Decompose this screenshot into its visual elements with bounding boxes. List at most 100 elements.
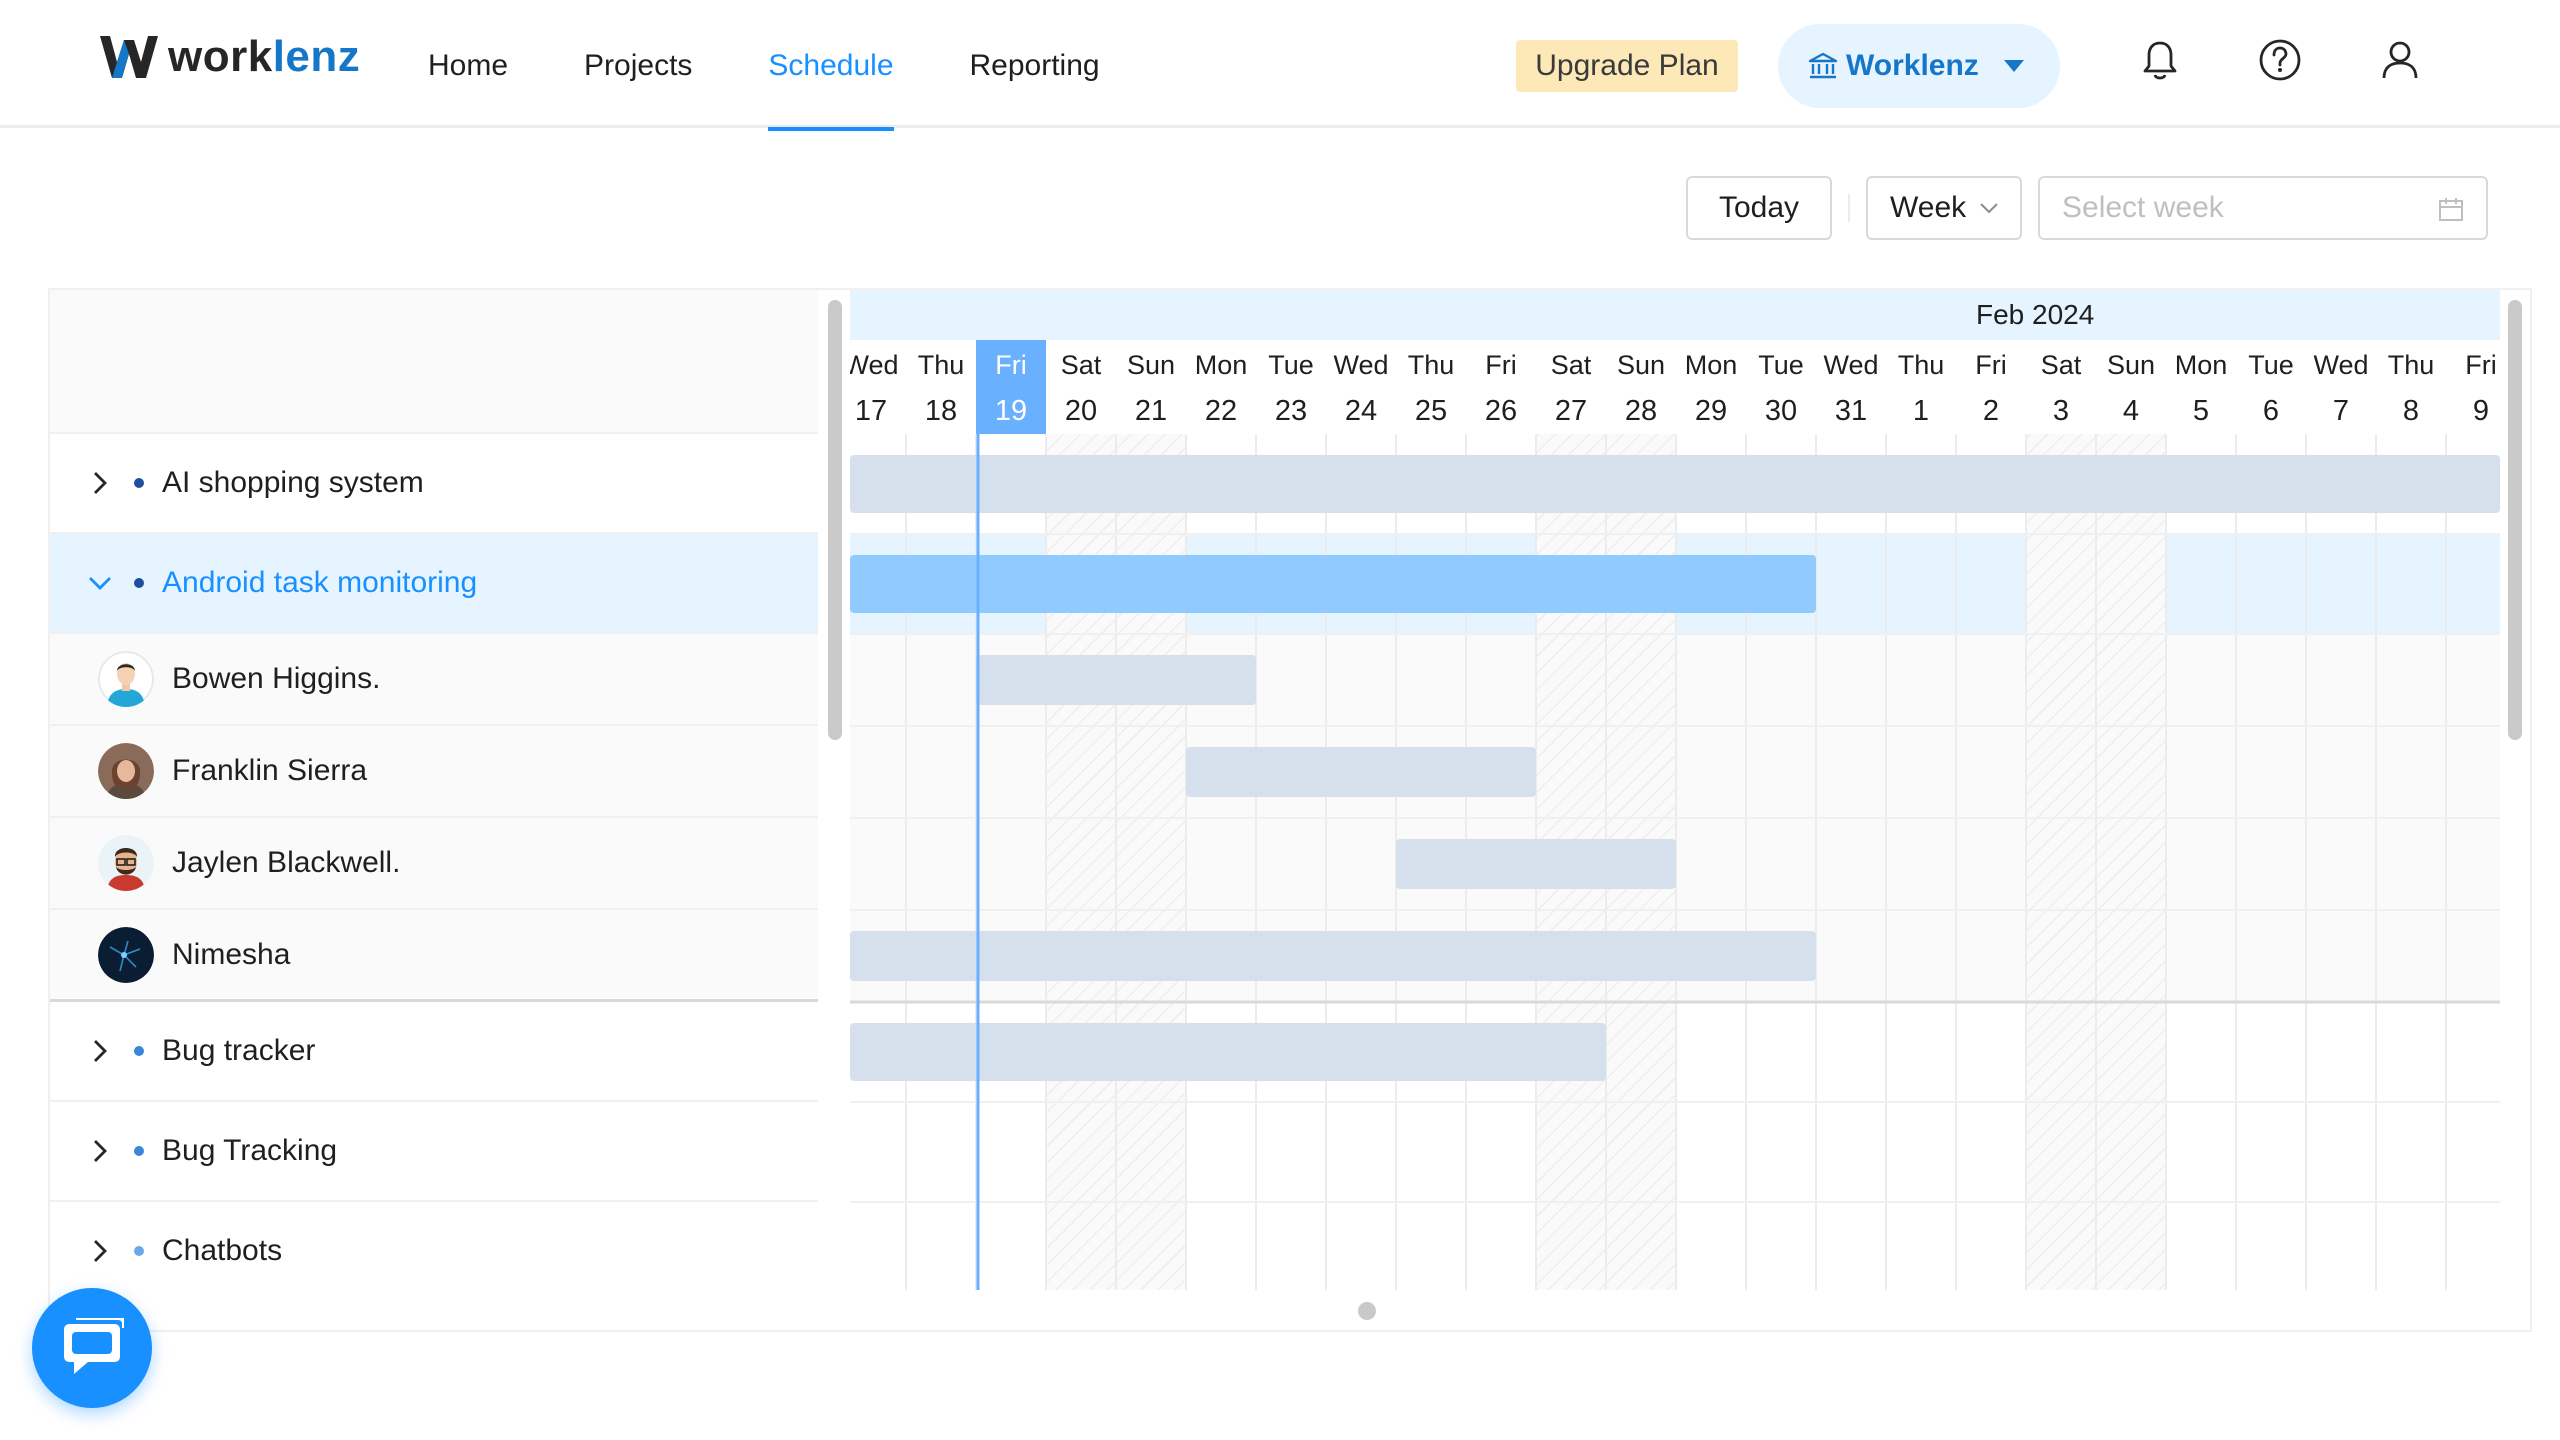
timeline-panel: Feb 2024 Wed 17 Thu 18 Fri 19 Sat 20 Sun 21 Mon 22 T…: [850, 290, 2500, 1290]
project-row[interactable]: AI shopping system: [50, 434, 818, 534]
project-color-dot: [134, 478, 144, 488]
member-schedule-bar[interactable]: [976, 655, 1256, 705]
team-switcher-button[interactable]: Worklenz: [1778, 24, 2060, 108]
week-picker-input[interactable]: Select week: [2038, 176, 2488, 240]
help-icon[interactable]: [2258, 38, 2302, 82]
day-of-week-label: Wed: [1823, 350, 1878, 380]
project-name[interactable]: Chatbots: [162, 1234, 282, 1268]
avatar: [98, 835, 154, 891]
project-row[interactable]: Chatbots: [50, 1202, 818, 1290]
day-of-week-label: Fri: [2465, 350, 2496, 380]
list-scrollbar[interactable]: [828, 300, 842, 740]
weekend-column: [2026, 434, 2096, 1290]
chevron-down-icon[interactable]: [86, 569, 114, 597]
day-of-week-label: Tue: [2248, 350, 2294, 380]
member-schedule-bar[interactable]: [850, 931, 1816, 981]
view-mode-select[interactable]: Week: [1866, 176, 2022, 240]
member-row[interactable]: Bowen Higgins.: [50, 634, 818, 726]
team-name: Worklenz: [1846, 49, 1979, 82]
day-number-label: 2: [1983, 395, 1999, 427]
project-schedule-bar[interactable]: [850, 1023, 1606, 1081]
caret-down-icon: [2003, 60, 2024, 72]
day-number-label: 31: [1835, 395, 1867, 427]
day-number-label: 5: [2193, 395, 2209, 427]
day-number-label: 20: [1065, 395, 1097, 427]
day-number-label: 3: [2053, 395, 2069, 427]
chevron-right-icon[interactable]: [86, 1137, 114, 1165]
chevron-right-icon[interactable]: [86, 469, 114, 497]
day-of-week-label: Sat: [1551, 350, 1592, 380]
project-color-dot: [134, 1146, 144, 1156]
day-of-week-label: Fri: [1975, 350, 2006, 380]
member-schedule-bar[interactable]: [1186, 747, 1536, 797]
day-of-week-label: Wed: [2313, 350, 2368, 380]
app-logo[interactable]: worklenz: [98, 32, 360, 82]
chat-icon: [64, 1318, 124, 1374]
member-schedule-bar[interactable]: [1396, 839, 1676, 889]
project-row[interactable]: Android task monitoring: [50, 534, 818, 634]
day-of-week-label: Sat: [2041, 350, 2082, 380]
project-row[interactable]: Bug tracker: [50, 1002, 818, 1102]
schedule-container: AI shopping system Android task monitori…: [48, 288, 2532, 1332]
day-of-week-label: Wed: [1333, 350, 1388, 380]
project-color-dot: [134, 1046, 144, 1056]
nav-schedule[interactable]: Schedule: [730, 0, 931, 131]
day-number-label: 18: [925, 395, 957, 427]
day-of-week-label: Thu: [1408, 350, 1455, 380]
user-icon[interactable]: [2378, 38, 2422, 82]
worklenz-logo-icon: [100, 36, 158, 78]
project-schedule-bar[interactable]: [850, 555, 1816, 613]
member-name: Franklin Sierra: [172, 754, 368, 787]
day-of-week-label: Fri: [1485, 350, 1516, 380]
day-number-label: 24: [1345, 395, 1377, 427]
day-number-label: 17: [855, 395, 887, 427]
avatar: [98, 743, 154, 799]
day-of-week-label: Fri: [995, 350, 1026, 380]
day-number-label: 22: [1205, 395, 1237, 427]
day-number-label: 27: [1555, 395, 1587, 427]
day-number-label: 30: [1765, 395, 1797, 427]
day-number-label: 26: [1485, 395, 1517, 427]
project-list-header: [50, 290, 818, 434]
timeline-scrollbar[interactable]: [2508, 300, 2522, 740]
day-number-label: 21: [1135, 395, 1167, 427]
day-number-label: 7: [2333, 395, 2349, 427]
day-of-week-label: Sun: [1617, 350, 1665, 380]
project-row[interactable]: Bug Tracking: [50, 1102, 818, 1202]
project-color-dot: [134, 1246, 144, 1256]
day-number-label: 29: [1695, 395, 1727, 427]
project-schedule-bar[interactable]: [850, 455, 2500, 513]
day-number-label: 6: [2263, 395, 2279, 427]
avatar: [98, 926, 154, 983]
day-of-week-label: Mon: [2175, 350, 2228, 380]
chevron-down-icon: [1980, 203, 1998, 214]
day-number-label: 4: [2123, 395, 2139, 427]
nav-home[interactable]: Home: [390, 0, 546, 128]
upgrade-plan-button[interactable]: Upgrade Plan: [1516, 40, 1738, 92]
member-name: Jaylen Blackwell.: [172, 846, 401, 879]
nav-reporting[interactable]: Reporting: [932, 0, 1138, 128]
member-row[interactable]: Nimesha: [50, 910, 818, 1002]
chevron-right-icon[interactable]: [86, 1237, 114, 1265]
day-of-week-label: Thu: [2388, 350, 2435, 380]
day-number-label: 8: [2403, 395, 2419, 427]
day-of-week-label: Sun: [1127, 350, 1175, 380]
project-name[interactable]: Bug tracker: [162, 1034, 315, 1068]
day-of-week-label: Mon: [1685, 350, 1738, 380]
horizontal-scroll-handle[interactable]: [1358, 1302, 1376, 1320]
week-picker-placeholder: Select week: [2062, 191, 2224, 224]
member-row[interactable]: Jaylen Blackwell.: [50, 818, 818, 910]
today-button[interactable]: Today: [1686, 176, 1832, 240]
project-name[interactable]: Bug Tracking: [162, 1134, 337, 1168]
project-name[interactable]: AI shopping system: [162, 466, 424, 500]
nav-projects[interactable]: Projects: [546, 0, 730, 128]
chat-support-button[interactable]: [32, 1288, 152, 1408]
weekend-column: [2096, 434, 2166, 1290]
member-row[interactable]: Franklin Sierra: [50, 726, 818, 818]
bell-icon[interactable]: [2138, 38, 2182, 82]
calendar-icon: [2439, 198, 2463, 221]
chevron-right-icon[interactable]: [86, 1037, 114, 1065]
project-name[interactable]: Android task monitoring: [162, 566, 477, 600]
bank-icon: [1808, 52, 1838, 79]
day-of-week-label: Sat: [1061, 350, 1102, 380]
